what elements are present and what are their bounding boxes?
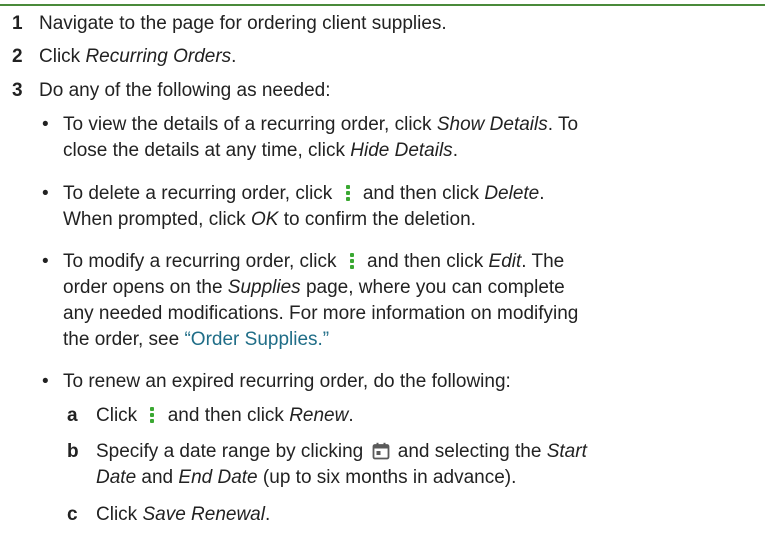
start-term: Start [546,441,587,462]
end-date-term: End Date [178,467,258,488]
substep-letter-b: b [67,441,79,462]
ok-term: OK [250,209,279,230]
substep-letter-a: a [67,405,78,426]
more-vertical-icon [344,250,360,272]
step-number-3: 3 [12,80,23,101]
supplies-term: Supplies [227,277,301,298]
step-text-3: Do any of the following as needed: [39,80,331,101]
modify-line-3: any needed modifications. For more infor… [63,303,579,324]
more-vertical-icon [144,404,160,426]
step-text-1: Navigate to the page for ordering client… [39,13,447,34]
modify-line-2: order opens on the Supplies page, where … [63,277,565,298]
bullet-renew: • [42,371,49,392]
modify-line-1: To modify a recurring order, click and t… [63,250,565,272]
bullet-delete: • [42,183,49,204]
renew-text: To renew an expired recurring order, do … [63,371,511,392]
top-rule [0,4,765,6]
view-line-2: close the details at any time, click Hid… [63,140,458,161]
substep-letter-c: c [67,504,78,525]
edit-term: Edit [488,251,522,272]
order-supplies-link[interactable]: “Order Supplies.” [184,329,329,350]
delete-line-1: To delete a recurring order, click and t… [63,182,545,204]
delete-term: Delete [484,183,540,204]
bullet-view: • [42,114,49,135]
save-renewal-term: Save Renewal [142,504,265,525]
substep-text-a: Click and then click Renew. [96,404,354,426]
substep-text-b-line-2: Date and End Date (up to six months in a… [96,467,517,488]
recurring-orders-term: Recurring Orders [85,46,232,67]
show-details-term: Show Details [436,114,548,135]
renew-term: Renew [289,405,349,426]
view-line-1: To view the details of a recurring order… [63,114,579,135]
substep-text-c: Click Save Renewal. [96,504,271,525]
hide-details-term: Hide Details [350,140,453,161]
date-term: Date [96,467,137,488]
step-text-2: Click Recurring Orders. [39,46,237,67]
modify-line-4: the order, see “Order Supplies.” [63,329,330,350]
substep-text-b-line-1: Specify a date range by clicking and sel… [96,441,587,462]
delete-line-2: When prompted, click OK to confirm the d… [63,209,476,230]
more-vertical-icon [340,182,356,204]
bullet-modify: • [42,251,49,272]
calendar-icon [372,442,389,460]
step-number-2: 2 [12,46,23,67]
step-number-1: 1 [12,13,23,34]
